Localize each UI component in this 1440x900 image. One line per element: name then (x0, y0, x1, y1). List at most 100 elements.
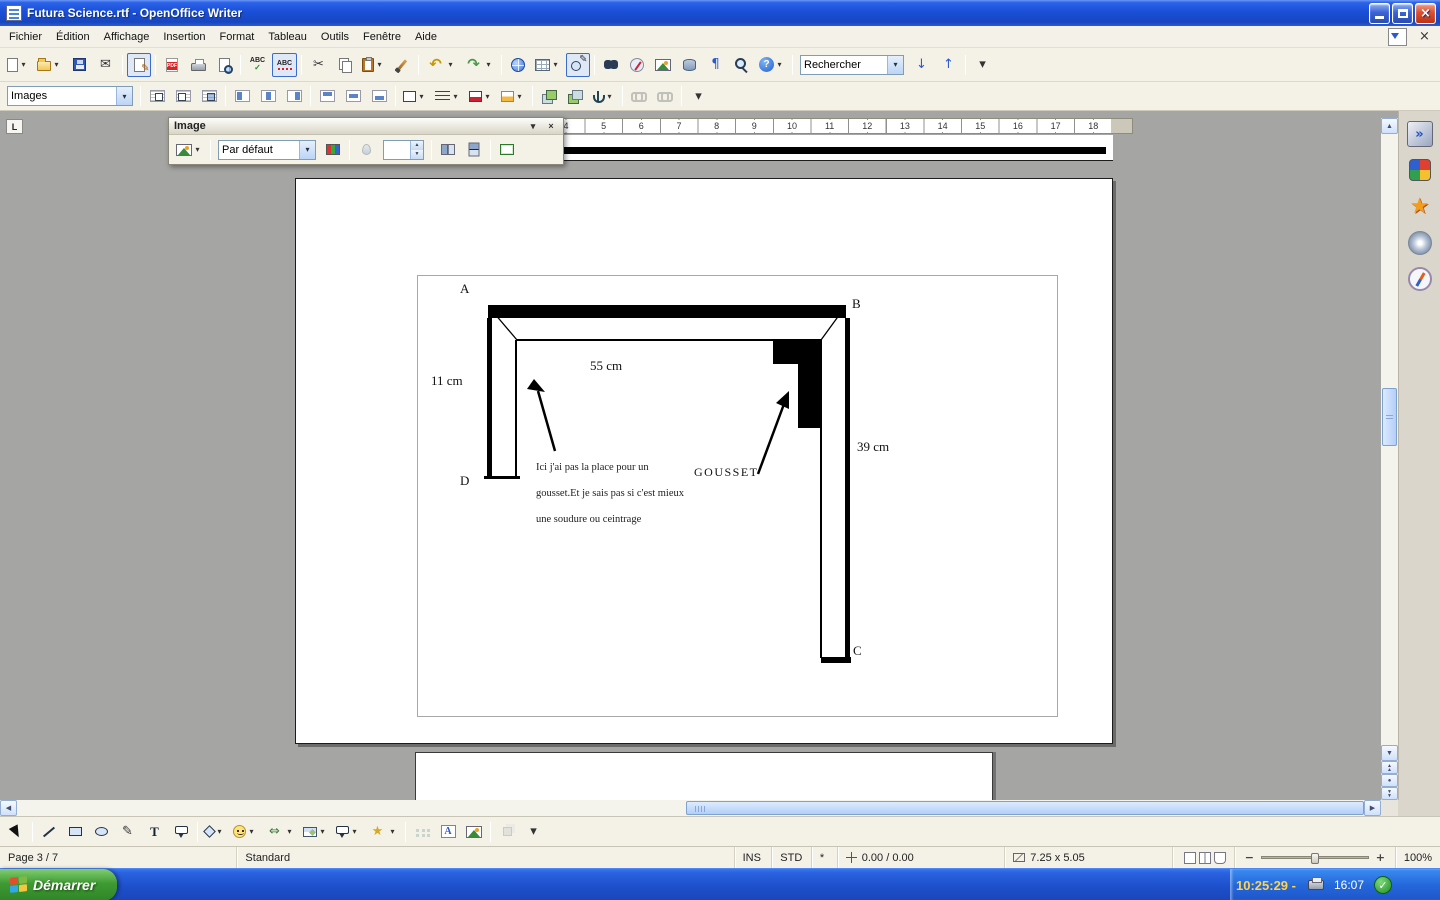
diagram-image-frame[interactable]: A B C D 11 cm 55 cm 39 cm GOUSSET Ici j'… (417, 275, 1058, 717)
paste-dropdown[interactable]: ▾ (374, 54, 385, 76)
transparency-spin-up[interactable]: ▲ (411, 140, 423, 150)
tray-status-check-icon[interactable]: ✓ (1374, 876, 1393, 894)
paste-button[interactable]: ▾ (359, 53, 388, 77)
frame-style-combo-input[interactable] (8, 88, 116, 104)
find-replace-button[interactable] (599, 53, 623, 77)
selection-mode-indicator[interactable]: STD (771, 847, 811, 868)
navigate-by-button[interactable]: ● (1381, 774, 1398, 787)
open-button[interactable]: ▾ (34, 53, 65, 77)
undo-button[interactable]: ↶ ▾ (423, 53, 459, 77)
maximize-button[interactable] (1392, 2, 1413, 24)
menu-affichage[interactable]: Affichage (97, 27, 157, 47)
flowcharts-button[interactable]: ▾ (300, 820, 331, 844)
page-style-field[interactable]: Standard (236, 847, 733, 868)
draw-functions-button[interactable] (566, 52, 590, 77)
border-color-dropdown[interactable]: ▾ (482, 85, 493, 107)
menu-tableau[interactable]: Tableau (261, 27, 314, 47)
symbol-shapes-dropdown[interactable]: ▾ (246, 821, 257, 843)
transparency-spin-arrows[interactable]: ▲ ▼ (410, 140, 423, 159)
vertical-scrollbar[interactable]: ▲ ▼ ▲ ▲ ● ▼ ▼ (1381, 118, 1398, 800)
points-button[interactable] (410, 820, 434, 844)
extrusion-button[interactable] (495, 820, 519, 844)
image-floating-toolbar[interactable]: Image ▾ × ▾ ▾ ▲▼ (168, 117, 564, 165)
menu-aide[interactable]: Aide (408, 27, 444, 47)
menu-outils[interactable]: Outils (314, 27, 356, 47)
graphics-mode-combo[interactable]: ▾ (218, 139, 316, 160)
graphics-mode-combo-input[interactable] (219, 141, 299, 158)
horizontal-scrollbar-thumb[interactable] (686, 801, 1364, 815)
block-arrows-button[interactable]: ⇔ ▾ (262, 820, 298, 844)
transparency-spin-down[interactable]: ▼ (411, 149, 423, 159)
insert-table-dropdown[interactable]: ▾ (550, 54, 561, 76)
start-button[interactable]: Démarrer (0, 868, 118, 900)
save-button[interactable] (67, 53, 91, 77)
format-paintbrush-button[interactable] (390, 53, 414, 77)
find-previous-button[interactable]: ↑ (936, 53, 961, 77)
image-toolbar-titlebar[interactable]: Image ▾ × (169, 118, 563, 135)
wrap-off-button[interactable] (145, 84, 169, 108)
zoom-slider-thumb[interactable] (1310, 853, 1319, 864)
star-favorites-icon[interactable]: ★ (1407, 193, 1433, 219)
frame-properties-button[interactable] (495, 138, 519, 162)
vertical-scrollbar-thumb[interactable] (1382, 388, 1397, 446)
unlink-frames-button[interactable] (653, 84, 677, 108)
line-style-dropdown[interactable]: ▾ (450, 85, 461, 107)
autospellcheck-button[interactable]: ABC (272, 52, 297, 77)
redo-button[interactable]: ↷ ▾ (461, 53, 497, 77)
align-right-button[interactable] (282, 84, 306, 108)
align-top-button[interactable] (315, 84, 339, 108)
search-combo[interactable]: ▾ (800, 54, 904, 75)
zoom-percentage[interactable]: 100% (1394, 847, 1440, 868)
transparency-spin[interactable]: ▲ ▼ (383, 139, 424, 160)
center-vertical-button[interactable] (341, 84, 365, 108)
view-multiple-pages-button[interactable] (1198, 851, 1211, 864)
filter-dropdown[interactable]: ▾ (192, 139, 203, 161)
tab-stop-selector[interactable]: L (6, 119, 23, 134)
nonprinting-chars-button[interactable]: ¶ (703, 53, 728, 77)
borders-button[interactable]: ▾ (400, 84, 430, 108)
stars-button[interactable]: ★ ▾ (365, 820, 401, 844)
toolbar-options-button[interactable]: ▾ (970, 53, 995, 77)
gallery-button[interactable] (651, 53, 675, 77)
next-page-fragment[interactable] (415, 752, 993, 800)
insert-table-button[interactable]: ▾ (532, 53, 564, 77)
document-page[interactable]: A B C D 11 cm 55 cm 39 cm GOUSSET Ici j'… (295, 178, 1113, 744)
change-anchor-dropdown[interactable]: ▾ (604, 85, 615, 107)
vertical-scrollbar-track[interactable] (1381, 134, 1398, 745)
previous-page-button[interactable]: ▲ ▲ (1381, 761, 1398, 774)
transparency-button[interactable] (354, 138, 378, 162)
help-button[interactable]: ? ▾ (756, 53, 788, 77)
menu-edition[interactable]: Édition (49, 27, 97, 47)
close-button[interactable]: × (1415, 2, 1436, 24)
wrap-through-button[interactable] (197, 84, 221, 108)
filter-button[interactable]: ▾ (173, 138, 206, 162)
horizontal-scrollbar[interactable]: ◀ ▶ (0, 800, 1440, 816)
scroll-left-button[interactable]: ◀ (0, 800, 17, 816)
open-dropdown[interactable]: ▾ (51, 54, 62, 76)
frame-style-combo[interactable]: ▾ (7, 86, 133, 106)
view-single-page-button[interactable] (1183, 851, 1196, 864)
zoom-button[interactable] (730, 53, 754, 77)
callouts-group-button[interactable]: ▾ (333, 820, 363, 844)
align-bottom-button[interactable] (367, 84, 391, 108)
menu-fichier[interactable]: Fichier (2, 27, 49, 47)
frame-style-combo-dropdown[interactable]: ▾ (116, 87, 132, 105)
print-button[interactable] (186, 53, 210, 77)
toolbar-options-button[interactable]: ▾ (686, 84, 711, 108)
quick-launch-arrows-icon[interactable]: » (1406, 121, 1433, 147)
page-preview-button[interactable] (212, 53, 236, 77)
email-button[interactable]: ✉ (93, 53, 118, 77)
link-frames-button[interactable] (627, 84, 651, 108)
cd-disc-icon[interactable] (1407, 231, 1432, 255)
center-horizontal-button[interactable] (256, 84, 280, 108)
select-button[interactable] (4, 820, 28, 844)
help-dropdown[interactable]: ▾ (774, 54, 785, 76)
spellcheck-button[interactable]: ABC (245, 53, 270, 77)
color-button[interactable] (321, 138, 345, 162)
ellipse-button[interactable] (89, 820, 113, 844)
navigator-button[interactable] (625, 53, 649, 77)
copy-button[interactable] (333, 53, 357, 77)
rectangle-button[interactable] (63, 820, 87, 844)
zoom-in-button[interactable]: + (1374, 851, 1387, 864)
menu-insertion[interactable]: Insertion (156, 27, 212, 47)
